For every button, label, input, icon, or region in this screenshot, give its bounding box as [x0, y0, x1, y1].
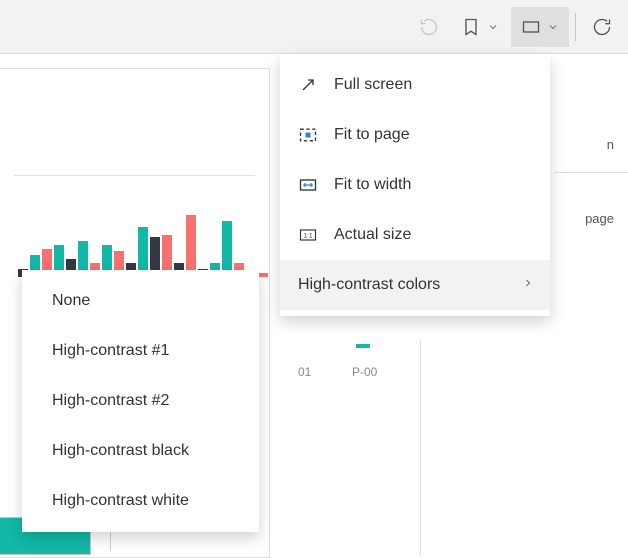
menu-item-actual-size[interactable]: 1:1 Actual size — [280, 210, 550, 260]
visuals-pane-border — [420, 340, 421, 556]
submenu-item-hc-white[interactable]: High-contrast white — [22, 476, 259, 526]
menu-item-label: Fit to page — [334, 126, 410, 144]
submenu-item-label: High-contrast #2 — [52, 392, 169, 410]
chart-bar — [222, 221, 232, 277]
menu-item-label: High-contrast colors — [298, 276, 440, 294]
actual-size-icon: 1:1 — [298, 225, 318, 245]
menu-item-fit-to-page[interactable]: Fit to page — [280, 110, 550, 160]
submenu-item-hc1[interactable]: High-contrast #1 — [22, 326, 259, 376]
reset-icon — [419, 17, 439, 37]
menu-item-high-contrast[interactable]: High-contrast colors — [280, 260, 550, 310]
view-rect-icon — [521, 17, 541, 37]
axis-tick: 01 — [298, 365, 311, 379]
chart-bar — [258, 273, 268, 277]
view-button[interactable] — [511, 7, 569, 47]
sidebar-text-fragment: page — [585, 211, 614, 226]
chart-bar — [186, 215, 196, 277]
refresh-button[interactable] — [582, 7, 622, 47]
chevron-right-icon — [522, 276, 534, 294]
menu-item-label: Full screen — [334, 76, 412, 94]
fit-to-page-icon — [298, 125, 318, 145]
chevron-down-icon — [487, 21, 499, 33]
svg-text:1:1: 1:1 — [303, 233, 313, 240]
sidebar-divider — [554, 172, 628, 173]
submenu-item-hc2[interactable]: High-contrast #2 — [22, 376, 259, 426]
bookmark-button[interactable] — [451, 7, 509, 47]
axis-tick: P-00 — [352, 365, 377, 379]
fit-to-width-icon — [298, 175, 318, 195]
panel-divider — [14, 175, 255, 176]
bookmark-icon — [461, 17, 481, 37]
toolbar — [0, 0, 628, 54]
high-contrast-submenu: None High-contrast #1 High-contrast #2 H… — [22, 270, 259, 532]
submenu-item-label: High-contrast #1 — [52, 342, 169, 360]
submenu-item-hc-black[interactable]: High-contrast black — [22, 426, 259, 476]
menu-item-fit-to-width[interactable]: Fit to width — [280, 160, 550, 210]
menu-item-label: Actual size — [334, 226, 411, 244]
bar-chart — [18, 215, 268, 277]
menu-item-label: Fit to width — [334, 176, 411, 194]
toolbar-separator — [575, 13, 576, 41]
refresh-icon — [592, 17, 612, 37]
submenu-item-label: None — [52, 292, 90, 310]
legend-swatch — [356, 344, 370, 348]
view-menu: Full screen Fit to page Fit to width 1:1… — [280, 54, 550, 316]
reset-button[interactable] — [409, 7, 449, 47]
full-screen-icon — [298, 75, 318, 95]
submenu-item-label: High-contrast black — [52, 442, 189, 460]
sidebar-text-fragment: n — [607, 137, 614, 152]
chevron-down-icon — [547, 21, 559, 33]
menu-item-full-screen[interactable]: Full screen — [280, 60, 550, 110]
submenu-item-none[interactable]: None — [22, 276, 259, 326]
submenu-item-label: High-contrast white — [52, 492, 189, 510]
